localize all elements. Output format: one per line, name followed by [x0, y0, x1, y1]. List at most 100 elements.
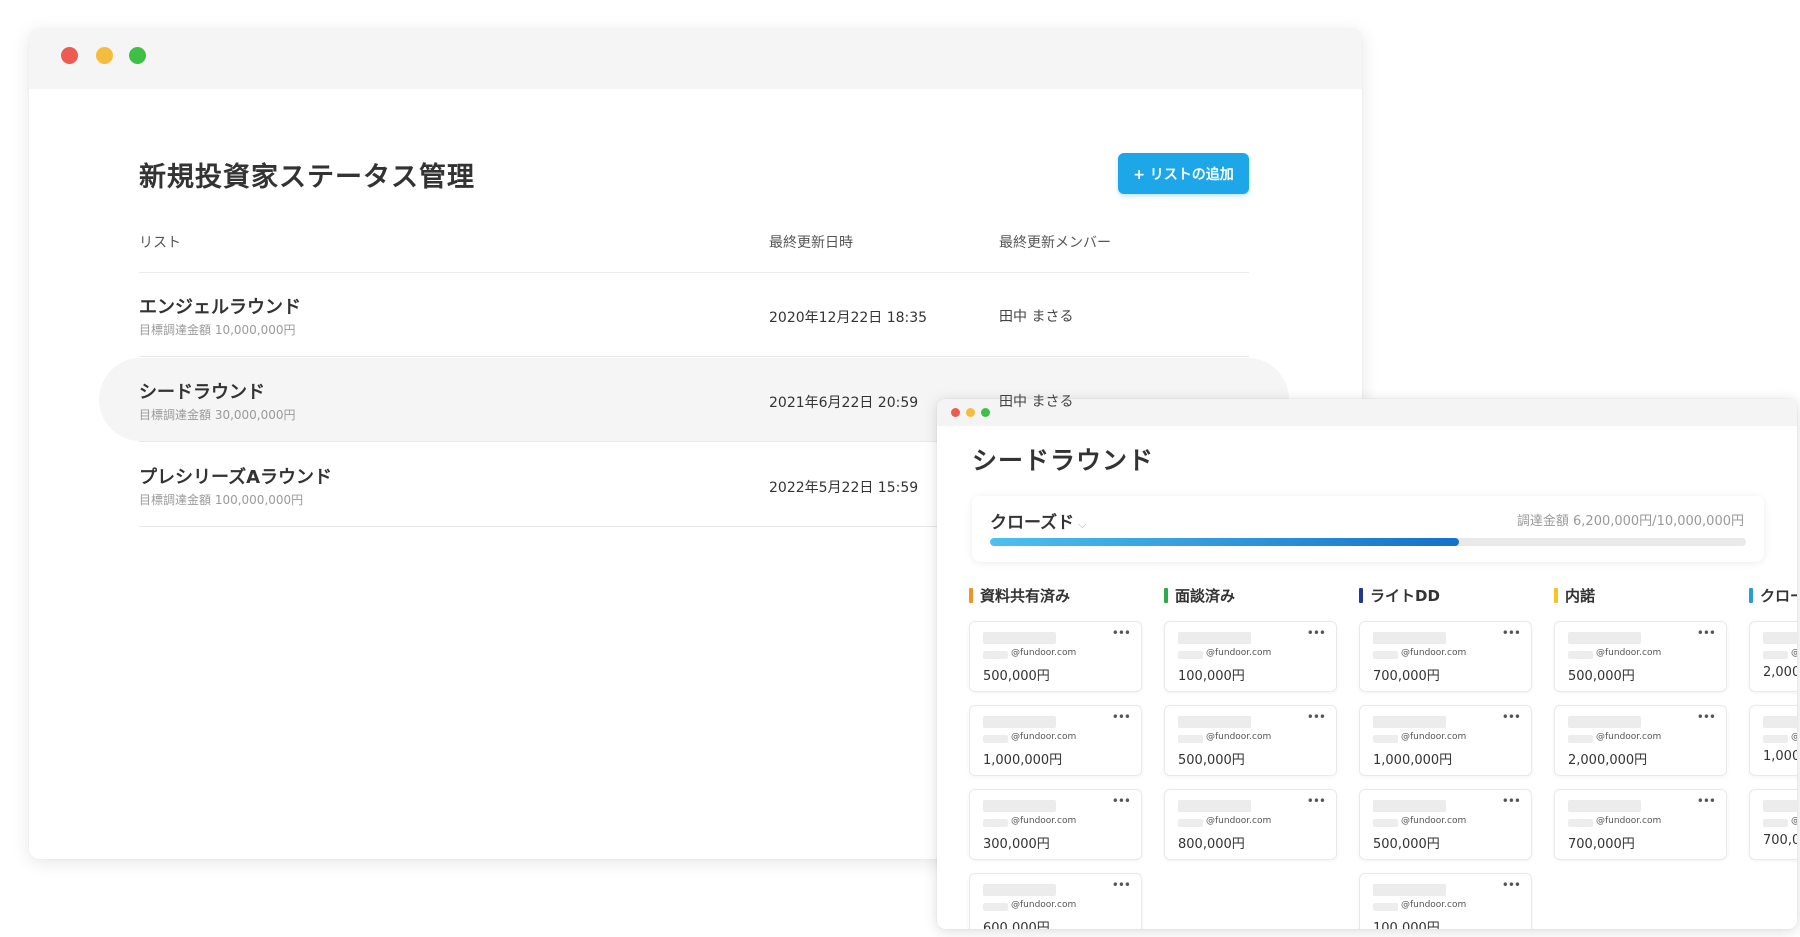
page-title: 新規投資家ステータス管理: [139, 162, 475, 193]
investor-name-placeholder: [1178, 632, 1251, 644]
investor-card[interactable]: @fundoor.com ••• 1,000,000円: [1359, 705, 1532, 776]
investor-card[interactable]: @fundoor.com ••• 300,000円: [969, 789, 1142, 860]
kanban-column: クロー @•••2,000 @•••1,000 @•••700,0: [1749, 585, 1797, 860]
column-title: クロー: [1749, 585, 1797, 607]
investor-card[interactable]: @fundoor.com ••• 100,000円: [1359, 873, 1532, 929]
minimize-window-button[interactable]: [966, 408, 975, 417]
investment-amount: 500,000円: [1178, 753, 1245, 768]
investor-card[interactable]: @fundoor.com ••• 500,000円: [969, 621, 1142, 692]
email-user-placeholder: [1373, 735, 1398, 743]
investor-name-placeholder: [983, 632, 1056, 644]
investment-amount: 700,000円: [1373, 669, 1440, 684]
list-row-angel[interactable]: エンジェルラウンド 目標調達金額 10,000,000円 2020年12月22日…: [139, 273, 1249, 357]
status-label: クローズド: [990, 513, 1075, 533]
close-window-button[interactable]: [951, 408, 960, 417]
email-user-placeholder: [983, 735, 1008, 743]
column-color-marker: [969, 588, 973, 603]
investment-amount: 700,0: [1763, 833, 1797, 848]
more-options-icon[interactable]: •••: [1112, 878, 1131, 892]
more-options-icon[interactable]: •••: [1502, 710, 1521, 724]
row-target-amount: 目標調達金額 10,000,000円: [139, 323, 296, 337]
row-updated-at: 2020年12月22日 18:35: [769, 310, 928, 326]
email-user-placeholder: [1568, 651, 1593, 659]
investor-card[interactable]: @fundoor.com ••• 700,000円: [1554, 789, 1727, 860]
investment-amount: 1,000: [1763, 749, 1797, 764]
column-title: 資料共有済み: [969, 585, 1144, 607]
window-titlebar: [29, 29, 1362, 89]
funding-progress-fill: [990, 538, 1459, 546]
row-updated-by: 田中 まさる: [999, 394, 1074, 410]
investor-email: @: [1791, 648, 1797, 658]
investor-card[interactable]: @fundoor.com ••• 800,000円: [1164, 789, 1337, 860]
investment-amount: 500,000円: [1373, 837, 1440, 852]
more-options-icon[interactable]: •••: [1307, 710, 1326, 724]
row-target-amount: 目標調達金額 100,000,000円: [139, 493, 304, 507]
investor-card[interactable]: @fundoor.com ••• 2,000,000円: [1554, 705, 1727, 776]
investor-card[interactable]: @fundoor.com ••• 600,000円: [969, 873, 1142, 929]
investor-name-placeholder: [1763, 716, 1797, 728]
investor-email: @: [1791, 816, 1797, 826]
investor-card[interactable]: @•••1,000: [1749, 705, 1797, 776]
more-options-icon[interactable]: •••: [1697, 626, 1716, 640]
investor-name-placeholder: [983, 800, 1056, 812]
investment-amount: 500,000円: [983, 669, 1050, 684]
add-list-button[interactable]: + リストの追加: [1118, 153, 1249, 194]
investor-name-placeholder: [983, 884, 1056, 896]
investor-email: @fundoor.com: [1011, 732, 1077, 742]
investor-card[interactable]: @fundoor.com ••• 500,000円: [1554, 621, 1727, 692]
chevron-down-icon: ⌵: [1078, 518, 1087, 531]
more-options-icon[interactable]: •••: [1112, 794, 1131, 808]
email-user-placeholder: [1178, 819, 1203, 827]
investor-email: @fundoor.com: [1206, 816, 1272, 826]
kanban-column: ライトDD @fundoor.com ••• 700,000円 @fundoor.com…: [1359, 585, 1534, 929]
investor-card[interactable]: @fundoor.com ••• 700,000円: [1359, 621, 1532, 692]
email-user-placeholder: [1178, 651, 1203, 659]
investment-amount: 1,000,000円: [983, 753, 1063, 768]
investor-card[interactable]: @fundoor.com ••• 100,000円: [1164, 621, 1337, 692]
investor-name-placeholder: [1373, 716, 1446, 728]
more-options-icon[interactable]: •••: [1112, 626, 1131, 640]
row-name: シードラウンド: [139, 382, 265, 403]
investor-email: @: [1791, 732, 1797, 742]
email-user-placeholder: [1763, 735, 1788, 743]
more-options-icon[interactable]: •••: [1502, 794, 1521, 808]
investor-email: @fundoor.com: [1206, 732, 1272, 742]
investor-card[interactable]: @fundoor.com ••• 1,000,000円: [969, 705, 1142, 776]
investment-amount: 1,000,000円: [1373, 753, 1453, 768]
more-options-icon[interactable]: •••: [1697, 710, 1716, 724]
investor-email: @fundoor.com: [1011, 648, 1077, 658]
email-user-placeholder: [1373, 651, 1398, 659]
investor-card[interactable]: @fundoor.com ••• 500,000円: [1164, 705, 1337, 776]
investment-amount: 800,000円: [1178, 837, 1245, 852]
more-options-icon[interactable]: •••: [1112, 710, 1131, 724]
investor-email: @fundoor.com: [1011, 816, 1077, 826]
investor-card[interactable]: @•••2,000: [1749, 621, 1797, 692]
column-color-marker: [1359, 588, 1363, 603]
column-header-updated-at: 最終更新日時: [769, 235, 853, 251]
minimize-window-button[interactable]: [96, 47, 113, 64]
row-updated-at: 2021年6月22日 20:59: [769, 395, 919, 411]
column-title-label: 面談済み: [1175, 587, 1236, 605]
more-options-icon[interactable]: •••: [1697, 794, 1716, 808]
more-options-icon[interactable]: •••: [1307, 626, 1326, 640]
investor-name-placeholder: [1763, 800, 1797, 812]
maximize-window-button[interactable]: [129, 47, 146, 64]
status-dropdown[interactable]: クローズド ⌵: [990, 508, 1087, 533]
investment-amount: 700,000円: [1568, 837, 1635, 852]
investor-card[interactable]: @•••700,0: [1749, 789, 1797, 860]
investor-email: @fundoor.com: [1401, 816, 1467, 826]
row-name: エンジェルラウンド: [139, 297, 301, 318]
column-title-label: クロー: [1760, 587, 1797, 605]
investor-card[interactable]: @fundoor.com ••• 500,000円: [1359, 789, 1532, 860]
more-options-icon[interactable]: •••: [1307, 794, 1326, 808]
more-options-icon[interactable]: •••: [1502, 626, 1521, 640]
column-title: 面談済み: [1164, 585, 1339, 607]
column-header-updated-by: 最終更新メンバー: [999, 235, 1111, 251]
more-options-icon[interactable]: •••: [1502, 878, 1521, 892]
investor-email: @fundoor.com: [1011, 900, 1077, 910]
investment-amount: 100,000円: [1178, 669, 1245, 684]
row-updated-by: 田中 まさる: [999, 309, 1074, 325]
close-window-button[interactable]: [61, 47, 78, 64]
maximize-window-button[interactable]: [981, 408, 990, 417]
investment-amount: 2,000: [1763, 665, 1797, 680]
